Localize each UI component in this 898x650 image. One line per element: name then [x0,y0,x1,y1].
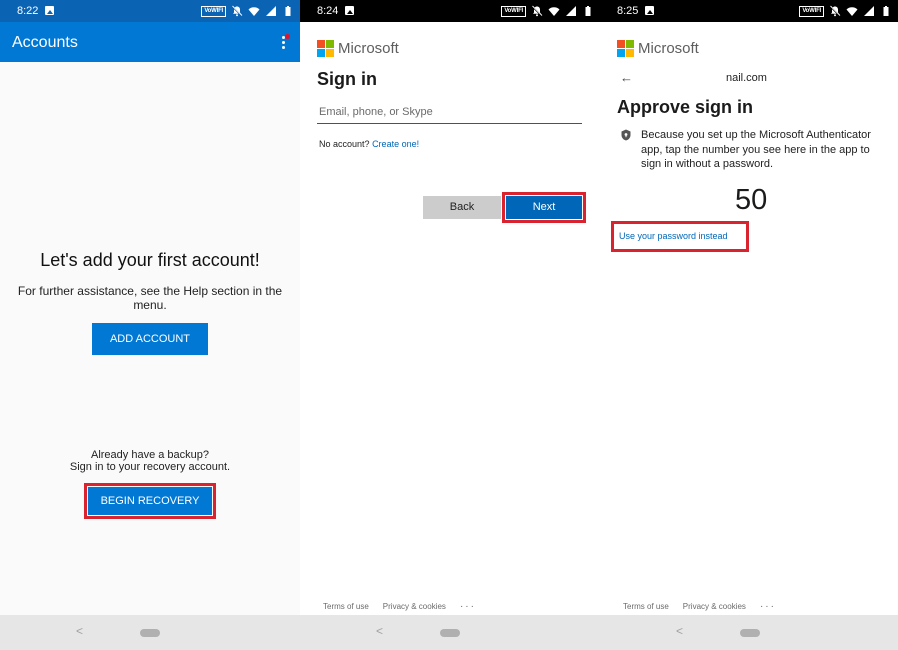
account-email: nail.com [726,72,767,84]
no-account-label: No account? [319,139,370,149]
status-bar: 8:24 VoWIFI [300,0,600,22]
more-options-icon[interactable]: ··· [760,601,776,612]
microsoft-sign-in-screen: 8:24 VoWIFI Microsoft Sign in No account… [300,0,600,650]
terms-link[interactable]: Terms of use [323,602,369,611]
more-options-icon[interactable]: ··· [460,601,476,612]
wifi-icon [846,7,858,16]
microsoft-logo-icon [617,40,634,57]
app-bar: Accounts [0,22,300,62]
create-account-link[interactable]: Create one! [372,139,419,149]
begin-recovery-button[interactable]: BEGIN RECOVERY [88,487,212,515]
page-title: Approve sign in [617,97,754,117]
status-bar: 8:22 VoWIFI [0,0,300,22]
nav-back-icon[interactable]: < [376,624,383,638]
status-icons: VoWIFI [799,4,892,18]
status-bar: 8:25 VoWIFI [600,0,898,22]
signal-icon [566,6,576,16]
terms-link[interactable]: Terms of use [623,602,669,611]
help-text: For further assistance, see the Help sec… [17,284,283,312]
use-password-link[interactable]: Use your password instead [619,231,728,241]
approve-sign-in-screen: 8:25 VoWIFI Microsoft ← nail.com Approve… [600,0,898,650]
status-icons: VoWIFI [201,4,294,18]
android-nav-bar: < [300,615,600,650]
back-button[interactable]: Back [423,196,501,219]
lock-icon [621,129,631,141]
mute-icon [829,5,841,17]
approve-instructions: Because you set up the Microsoft Authent… [641,129,871,170]
microsoft-wordmark: Microsoft [638,40,699,57]
vowifi-icon: VoWIFI [799,5,824,17]
microsoft-wordmark: Microsoft [338,40,399,57]
next-button[interactable]: Next [506,196,582,219]
signal-icon [864,6,874,16]
image-icon [645,6,654,15]
nav-home-icon[interactable] [740,629,760,637]
status-time: 8:25 [617,5,639,17]
backup-line-1: Already have a backup? [90,449,210,461]
vowifi-icon: VoWIFI [501,5,526,17]
privacy-link[interactable]: Privacy & cookies [683,602,746,611]
email-field[interactable] [317,100,582,124]
wifi-icon [248,7,260,16]
app-title: Accounts [12,34,78,51]
notification-dot [285,34,290,39]
no-account-line: No account? Create one! [319,139,419,149]
nav-back-icon[interactable]: < [676,624,683,638]
nav-home-icon[interactable] [440,629,460,637]
nav-home-icon[interactable] [140,629,160,637]
nav-back-icon[interactable]: < [76,624,83,638]
privacy-link[interactable]: Privacy & cookies [383,602,446,611]
mute-icon [531,5,543,17]
backup-prompt: Already have a backup? Sign in to your r… [0,449,300,473]
android-nav-bar: < [600,615,898,650]
battery-icon [585,6,591,16]
microsoft-logo-icon [317,40,334,57]
verification-number: 50 [735,184,768,216]
page-footer: Terms of use Privacy & cookies ··· [323,601,476,612]
android-nav-bar: < [0,615,300,650]
vowifi-icon: VoWIFI [201,5,226,17]
status-icons: VoWIFI [501,4,594,18]
image-icon [345,6,354,15]
authenticator-accounts-screen: 8:22 VoWIFI Accounts Let's add your firs… [0,0,300,650]
mute-icon [231,5,243,17]
back-arrow-icon[interactable]: ← [620,70,633,85]
backup-line-2: Sign in to your recovery account. [69,461,231,473]
page-footer: Terms of use Privacy & cookies ··· [623,601,776,612]
wifi-icon [548,7,560,16]
battery-icon [883,6,889,16]
empty-state-headline: Let's add your first account! [40,250,260,270]
battery-icon [285,6,291,16]
add-account-button[interactable]: ADD ACCOUNT [92,323,208,355]
signal-icon [266,6,276,16]
status-time: 8:22 [17,5,39,17]
page-title: Sign in [317,69,377,89]
status-time: 8:24 [317,5,339,17]
image-icon [45,6,54,15]
